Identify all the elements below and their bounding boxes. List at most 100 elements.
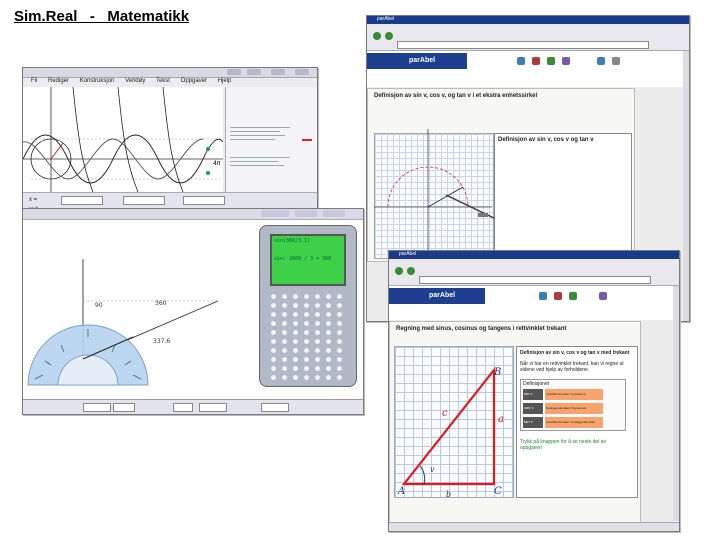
unit-circle-drawing — [374, 129, 496, 257]
input-field[interactable] — [123, 196, 165, 205]
nav-icon[interactable] — [597, 57, 605, 65]
panel-title: Definisjon av sin v, cos v og tan v — [498, 137, 594, 143]
definition-panel: Definisjon av sin v, cos v og tan v med … — [516, 346, 638, 498]
definition-value: hosliggende katet / hypotenus — [546, 406, 586, 410]
tool-icon[interactable] — [247, 69, 261, 75]
page-title: Sim.Real - Matematikk — [14, 8, 190, 25]
side-c: c — [442, 408, 448, 419]
side-b: b — [446, 490, 451, 499]
input-field[interactable] — [173, 403, 193, 412]
menu-bar: Fil Rediger Konstruksjon Verktøy Tekst O… — [23, 78, 317, 86]
nav-icon[interactable] — [562, 57, 570, 65]
tool-icon[interactable] — [261, 210, 289, 217]
protractor[interactable] — [27, 324, 149, 386]
scrollbar[interactable] — [683, 51, 689, 321]
nav-icon[interactable] — [539, 292, 547, 300]
input-field[interactable] — [61, 196, 103, 205]
lesson-heading: Regning med sinus, cosinus og tangens i … — [396, 326, 567, 332]
nav-icon[interactable] — [569, 292, 577, 300]
definition-row[interactable]: sin v motstående katet / hypotenus — [523, 389, 623, 400]
definitions-table: Definisjoner sin v motstående katet / hy… — [520, 379, 626, 431]
browser-toolbar — [367, 24, 689, 51]
vertex-a: A — [397, 486, 405, 497]
input-field[interactable] — [113, 403, 135, 412]
definition-name: tan v — [524, 419, 533, 424]
nav-icon[interactable] — [532, 57, 540, 65]
segment-label-b: 360 — [155, 300, 167, 307]
input-field[interactable] — [199, 403, 227, 412]
definition-panel: Definisjon av sin v, cos v og tan v — [494, 133, 632, 259]
side-a: a — [498, 414, 504, 425]
graph-canvas[interactable]: 4π — [23, 87, 223, 192]
tool-icon[interactable] — [323, 210, 345, 217]
nav-icon[interactable] — [547, 57, 555, 65]
input-field[interactable] — [83, 403, 111, 412]
site-logo: parAbel — [429, 292, 456, 299]
definition-name: cos v — [524, 405, 534, 410]
browser-tab-title: parAbel — [399, 251, 417, 257]
vertex-b: B — [493, 367, 501, 378]
lesson-heading: Definisjon av sin v, cos v, og tan v i e… — [374, 93, 538, 99]
scrollbar[interactable] — [673, 286, 679, 521]
page-content: Regning med sinus, cosinus og tangens i … — [389, 321, 641, 523]
logo-bar: parAbel — [367, 53, 467, 69]
definition-value: motstående katet / hosliggende katet — [546, 420, 596, 424]
logo-bar: parAbel — [389, 288, 485, 304]
input-field[interactable] — [261, 403, 289, 412]
address-bar[interactable] — [397, 41, 649, 49]
site-header: parAbel — [389, 286, 679, 320]
nav-icon[interactable] — [612, 57, 620, 65]
x-field-label: x = — [29, 197, 38, 203]
site-header: parAbel — [367, 51, 689, 87]
back-icon[interactable] — [373, 32, 381, 40]
vertex-c: C — [494, 486, 502, 497]
angle-v: v — [430, 465, 435, 474]
status-bar — [389, 522, 679, 531]
menu-item[interactable]: Oppgaver — [181, 78, 207, 84]
back-icon[interactable] — [395, 267, 403, 275]
nav-icon[interactable] — [599, 292, 607, 300]
menu-item[interactable]: Fil — [31, 78, 37, 84]
browser-tab-title: parAbel — [377, 16, 395, 22]
geogebra-window: Fil Rediger Konstruksjon Verktøy Tekst O… — [22, 67, 318, 219]
algebra-panel — [225, 87, 317, 192]
tool-icon[interactable] — [227, 69, 241, 75]
site-logo: parAbel — [409, 57, 436, 64]
menu-item[interactable]: Konstruksjon — [80, 78, 115, 84]
forward-icon[interactable] — [385, 32, 393, 40]
panel-title: Definisjon av sin v, cos v og tan v med … — [520, 350, 630, 356]
title-bar: parAbel — [367, 16, 689, 24]
toolbar — [23, 68, 317, 78]
geometry-window: 90 360 337.6 sin(360/3.1) sin: 2600 / 3 … — [22, 208, 364, 415]
axis-label: 4π — [213, 160, 221, 167]
status-bar — [23, 399, 363, 414]
tool-icon[interactable] — [295, 69, 309, 75]
browser-window: parAbel parAbel Regning med sinus, cosin… — [388, 250, 680, 532]
definition-name: sin v — [524, 391, 533, 396]
triangle-drawing: A B C c a b v — [397, 366, 504, 499]
definition-value: motstående katet / hypotenus — [546, 392, 586, 396]
browser-toolbar — [389, 259, 679, 286]
tool-icon[interactable] — [295, 210, 317, 217]
hint-text: Trykk på knappen for å se neste del av o… — [520, 439, 606, 451]
calculator-line: sin: 2600 / 3 = 360 — [274, 256, 332, 262]
nav-icon[interactable] — [554, 292, 562, 300]
segment-label-c: 337.6 — [153, 338, 170, 345]
nav-icon[interactable] — [517, 57, 525, 65]
calculator-keypad[interactable] — [268, 292, 348, 380]
title-bar: parAbel — [389, 251, 679, 259]
panel-text: Når vi har en rettvinklet trekant, kan v… — [520, 361, 624, 373]
forward-icon[interactable] — [407, 267, 415, 275]
page-content: Definisjon av sin v, cos v, og tan v i e… — [367, 88, 635, 262]
calculator[interactable]: sin(360/3.1) sin: 2600 / 3 = 360 — [259, 225, 357, 387]
input-field[interactable] — [183, 196, 225, 205]
menu-item[interactable]: Verktøy — [125, 78, 145, 84]
menu-item[interactable]: Rediger — [48, 78, 69, 84]
address-bar[interactable] — [419, 276, 651, 284]
tool-icon[interactable] — [271, 69, 285, 75]
definition-row[interactable]: tan v motstående katet / hosliggende kat… — [523, 417, 623, 428]
calculator-screen: sin(360/3.1) sin: 2600 / 3 = 360 — [270, 234, 346, 286]
menu-item[interactable]: Hjelp — [218, 78, 232, 84]
menu-item[interactable]: Tekst — [156, 78, 170, 84]
definition-row[interactable]: cos v hosliggende katet / hypotenus — [523, 403, 623, 414]
